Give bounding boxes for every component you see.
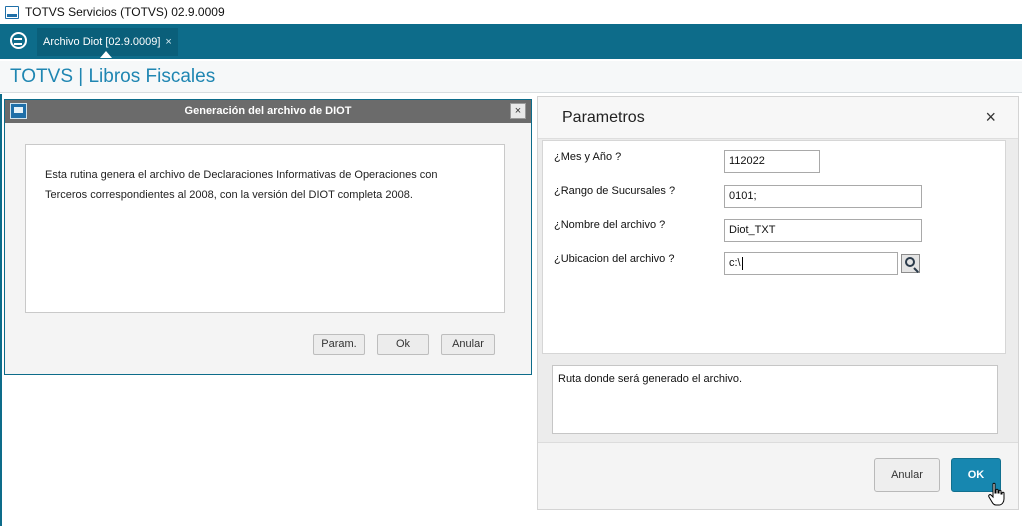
parameters-cancel-button[interactable]: Anular <box>874 458 940 492</box>
parameters-title: Parametros <box>562 109 645 126</box>
tab-label: Archivo Diot [02.9.0009] <box>43 36 161 48</box>
totvs-logo-icon[interactable] <box>10 32 27 49</box>
cancel-button[interactable]: Anular <box>441 334 495 355</box>
dialog-title: Generación del archivo de DIOT <box>184 105 352 117</box>
left-accent-stripe <box>0 94 2 526</box>
parameters-footer: Anular OK <box>538 442 1018 509</box>
parameters-panel: Parametros × ¿Mes y Año ? 112022 ¿Rango … <box>537 96 1019 510</box>
dialog-titlebar: Generación del archivo de DIOT × <box>5 100 531 123</box>
window-titlebar: TOTVS Servicios (TOTVS) 02.9.0009 <box>0 0 1022 24</box>
tab-close-icon[interactable]: × <box>165 36 171 48</box>
parameters-form: ¿Mes y Año ? 112022 ¿Rango de Sucursales… <box>542 140 1006 354</box>
parameters-close-icon[interactable]: × <box>985 107 996 128</box>
nombre-archivo-input[interactable]: Diot_TXT <box>724 219 922 242</box>
app-window: TOTVS Servicios (TOTVS) 02.9.0009 Archiv… <box>0 0 1022 526</box>
module-title: TOTVS | Libros Fiscales <box>10 66 216 87</box>
description-line-1: Esta rutina genera el archivo de Declara… <box>45 169 438 181</box>
field-label-ubicacion-archivo: ¿Ubicacion del archivo ? <box>554 253 675 265</box>
field-label-nombre-archivo: ¿Nombre del archivo ? <box>554 219 666 231</box>
ok-button[interactable]: Ok <box>377 334 429 355</box>
ubicacion-archivo-input[interactable]: c:\ <box>724 252 898 275</box>
rango-sucursales-input[interactable]: 0101; <box>724 185 922 208</box>
module-header: TOTVS | Libros Fiscales <box>0 61 1022 93</box>
active-tab-caret <box>100 51 112 58</box>
description-line-2: Terceros correspondientes al 2008, con l… <box>45 189 413 201</box>
hand-cursor-icon <box>988 482 1005 506</box>
search-icon[interactable] <box>901 254 920 273</box>
dialog-close-icon[interactable]: × <box>510 103 526 119</box>
field-label-mes-anio: ¿Mes y Año ? <box>554 151 622 163</box>
tab-bar: Archivo Diot [02.9.0009] × <box>0 24 1022 59</box>
param-button[interactable]: Param. <box>313 334 365 355</box>
app-icon <box>5 5 19 19</box>
ubicacion-value: c:\ <box>729 257 741 269</box>
description-text: Esta rutina genera el archivo de Declara… <box>45 165 475 205</box>
help-text-box: Ruta donde será generado el archivo. <box>552 365 998 434</box>
field-label-rango-sucursales: ¿Rango de Sucursales ? <box>554 185 676 197</box>
parameters-header: Parametros × <box>538 97 1018 139</box>
description-box: Esta rutina genera el archivo de Declara… <box>25 144 505 313</box>
diot-dialog: Generación del archivo de DIOT × Esta ru… <box>4 99 532 375</box>
window-title: TOTVS Servicios (TOTVS) 02.9.0009 <box>25 5 225 19</box>
mes-anio-input[interactable]: 112022 <box>724 150 820 173</box>
